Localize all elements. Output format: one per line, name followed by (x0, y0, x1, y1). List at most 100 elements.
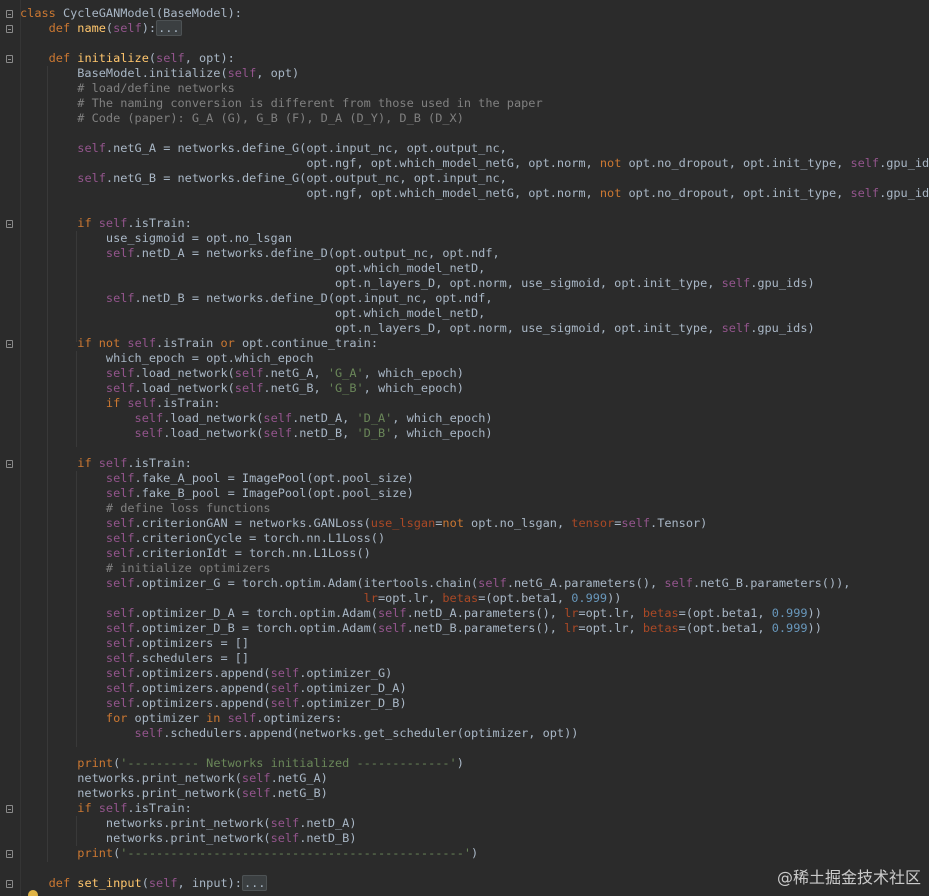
code-line[interactable]: if not self.isTrain or opt.continue_trai… (20, 336, 925, 351)
fold-collapse-icon[interactable] (6, 805, 13, 813)
code-line[interactable]: networks.print_network(self.netD_A) (20, 816, 925, 831)
code-line[interactable] (20, 441, 925, 456)
fold-expand-icon[interactable] (6, 880, 13, 888)
code-line[interactable]: if self.isTrain: (20, 801, 925, 816)
code-token: self (621, 516, 651, 530)
code-token: self (77, 171, 106, 185)
code-line[interactable] (20, 201, 925, 216)
code-line[interactable]: print('---------------------------------… (20, 846, 925, 861)
fold-collapse-icon[interactable] (6, 220, 13, 228)
code-token: .netD_B.parameters(), (406, 621, 565, 635)
code-line[interactable]: self.load_network(self.netG_A, 'G_A', wh… (20, 366, 925, 381)
code-line[interactable]: print('---------- Networks initialized -… (20, 756, 925, 771)
code-line[interactable] (20, 36, 925, 51)
code-line[interactable]: self.criterionGAN = networks.GANLoss(use… (20, 516, 925, 531)
lightbulb-warning-icon[interactable] (28, 890, 38, 896)
code-line[interactable]: opt.ngf, opt.which_model_netG, opt.norm,… (20, 156, 929, 171)
code-line[interactable] (20, 741, 925, 756)
code-line[interactable]: self.netG_A = networks.define_G(opt.inpu… (20, 141, 925, 156)
code-line[interactable]: # initialize optimizers (20, 561, 925, 576)
code-token: self (134, 726, 164, 740)
code-token: self (270, 666, 300, 680)
code-token: networks.print_network( (20, 786, 242, 800)
fold-collapse-icon[interactable] (6, 460, 13, 468)
fold-collapse-icon[interactable] (6, 340, 13, 348)
code-line[interactable]: if self.isTrain: (20, 396, 925, 411)
code-line[interactable]: self.schedulers.append(networks.get_sche… (20, 726, 925, 741)
code-line[interactable]: self.optimizers.append(self.optimizer_D_… (20, 681, 925, 696)
code-line[interactable]: self.optimizers = [] (20, 636, 925, 651)
code-line[interactable]: opt.which_model_netD, (20, 261, 925, 276)
code-line[interactable]: opt.n_layers_D, opt.norm, use_sigmoid, o… (20, 321, 925, 336)
code-token: self (105, 651, 135, 665)
code-line[interactable]: self.load_network(self.netD_A, 'D_A', wh… (20, 411, 925, 426)
collapsed-fold-marker[interactable]: ... (156, 20, 182, 36)
code-line[interactable]: self.fake_B_pool = ImagePool(opt.pool_si… (20, 486, 925, 501)
fold-expand-icon[interactable] (6, 25, 13, 33)
code-line[interactable]: if self.isTrain: (20, 456, 925, 471)
fold-collapse-icon[interactable] (6, 55, 13, 63)
code-token: self (377, 606, 407, 620)
code-line[interactable]: self.optimizers.append(self.optimizer_G) (20, 666, 925, 681)
code-line[interactable] (20, 126, 925, 141)
code-line[interactable]: def initialize(self, opt): (20, 51, 925, 66)
code-line[interactable]: BaseModel.initialize(self, opt) (20, 66, 925, 81)
code-line[interactable]: if self.isTrain: (20, 216, 925, 231)
editor-gutter[interactable] (0, 0, 21, 896)
code-line[interactable]: networks.print_network(self.netD_B) (20, 831, 925, 846)
code-line[interactable]: self.optimizer_G = torch.optim.Adam(iter… (20, 576, 925, 591)
code-line[interactable]: # Code (paper): G_A (G), G_B (F), D_A (D… (20, 111, 925, 126)
code-token: self (105, 486, 135, 500)
code-line[interactable]: opt.which_model_netD, (20, 306, 925, 321)
code-line[interactable]: self.optimizers.append(self.optimizer_D_… (20, 696, 925, 711)
code-line[interactable]: for optimizer in self.optimizers: (20, 711, 925, 726)
code-area[interactable]: class CycleGANModel(BaseModel): def name… (20, 6, 929, 891)
code-token: betas (642, 606, 679, 620)
code-token: .isTrain: (156, 396, 221, 410)
code-token: =opt.lr, (578, 621, 643, 635)
code-line[interactable]: opt.n_layers_D, opt.norm, use_sigmoid, o… (20, 276, 925, 291)
code-token: .optimizer_D_A) (299, 681, 407, 695)
code-token: # define loss functions (105, 501, 271, 515)
code-token: opt.continue_train: (241, 336, 378, 350)
code-line[interactable]: self.criterionCycle = torch.nn.L1Loss() (20, 531, 925, 546)
code-line[interactable]: which_epoch = opt.which_epoch (20, 351, 925, 366)
code-line[interactable]: self.netD_A = networks.define_D(opt.outp… (20, 246, 925, 261)
code-line[interactable]: # define loss functions (20, 501, 925, 516)
code-line[interactable]: opt.ngf, opt.which_model_netG, opt.norm,… (20, 186, 929, 201)
code-token: self (105, 516, 135, 530)
code-line[interactable]: self.criterionIdt = torch.nn.L1Loss() (20, 546, 925, 561)
fold-end-icon[interactable] (6, 850, 13, 858)
code-line[interactable]: lr=opt.lr, betas=(opt.beta1, 0.999)) (20, 591, 925, 606)
code-token: =(opt.beta1, (678, 621, 772, 635)
code-line[interactable]: self.netD_B = networks.define_D(opt.inpu… (20, 291, 925, 306)
code-line[interactable]: self.optimizer_D_A = torch.optim.Adam(se… (20, 606, 925, 621)
code-token: for (105, 711, 135, 725)
code-token: self (270, 681, 300, 695)
code-token: self (105, 576, 135, 590)
code-line[interactable]: use_sigmoid = opt.no_lsgan (20, 231, 925, 246)
code-line[interactable]: # The naming conversion is different fro… (20, 96, 925, 111)
collapsed-fold-marker[interactable]: ... (241, 875, 268, 891)
code-line[interactable]: self.netG_B = networks.define_G(opt.outp… (20, 171, 925, 186)
code-line[interactable]: class CycleGANModel(BaseModel): (20, 6, 925, 21)
fold-collapse-icon[interactable] (6, 10, 13, 18)
code-line[interactable]: def name(self):... (20, 20, 925, 36)
code-editor[interactable]: class CycleGANModel(BaseModel): def name… (0, 0, 929, 896)
code-token: )) (807, 606, 822, 620)
code-line[interactable]: self.fake_A_pool = ImagePool(opt.pool_si… (20, 471, 925, 486)
code-token: # Code (paper): G_A (G), G_B (F), D_A (D… (77, 111, 464, 125)
code-token: '---------------------------------------… (120, 846, 472, 860)
code-line[interactable]: self.schedulers = [] (20, 651, 925, 666)
code-line[interactable]: self.load_network(self.netG_B, 'G_B', wh… (20, 381, 925, 396)
code-token: print (77, 756, 114, 770)
code-token: lr (363, 591, 378, 605)
code-line[interactable]: self.load_network(self.netD_B, 'D_B', wh… (20, 426, 925, 441)
code-token: self (227, 711, 257, 725)
code-line[interactable]: # load/define networks (20, 81, 925, 96)
code-line[interactable]: networks.print_network(self.netG_B) (20, 786, 925, 801)
code-line[interactable]: networks.print_network(self.netG_A) (20, 771, 925, 786)
code-line[interactable]: self.optimizer_D_B = torch.optim.Adam(se… (20, 621, 925, 636)
